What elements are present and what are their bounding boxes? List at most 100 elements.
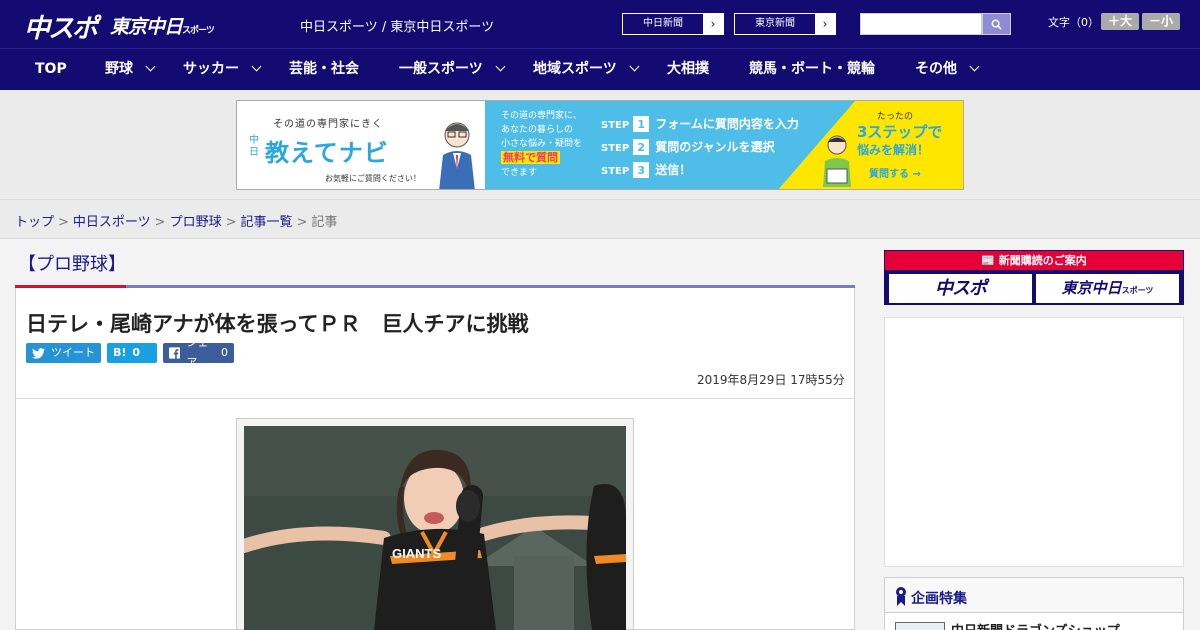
banner-brand: 教えてナビ [265,139,389,167]
main-nav: TOP 野球 サッカー 芸能・社会 一般スポーツ 地域スポーツ 大相撲 競馬・ボ… [0,48,1200,90]
font-larger-button[interactable]: ＋大 [1101,13,1139,30]
banner-mid-text: その道の専門家に、 あなたの暮らしの 小さな悩み・疑問を 無料で質問 できます [501,109,582,180]
article-headline: 日テレ・尾崎アナが体を張ってＰＲ 巨人チアに挑戦 [26,312,529,336]
banner-left-panel: その道の専門家にきく 中日 教えてナビ お気軽にご質問ください！ [237,101,485,189]
font-smaller-button[interactable]: －小 [1142,13,1180,30]
hatena-icon: B! [113,346,127,359]
breadcrumb-chunichi-sports[interactable]: 中日スポーツ [73,215,151,230]
subscription-title: 新聞購読のご案内 [998,254,1087,267]
hatena-bookmark-button[interactable]: B! 0 [107,343,157,363]
subscribe-tokyo-label: 東京中日 [1061,279,1122,297]
tweet-label: ツイート [51,346,95,359]
chevron-down-icon [145,61,156,72]
nav-label: TOP [35,61,67,77]
nav-label: 一般スポーツ [399,61,483,77]
tokyo-shimbun-label: 東京新聞 [755,18,795,29]
jersey-text: GIANTS [392,546,441,561]
nav-label: その他 [915,61,957,77]
chevron-down-icon [969,61,980,72]
step-number: 1 [633,116,650,132]
feature-title: 企画特集 [911,591,967,607]
breadcrumb-pro-baseball[interactable]: プロ野球 [170,215,222,230]
nav-label: 地域スポーツ [533,61,617,77]
feature-box: 企画特集 中日新聞ドラゴンズショップ [884,577,1184,630]
newspaper-icon: 📰 [981,254,995,267]
step-number: 2 [633,139,650,155]
nav-item-top[interactable]: TOP [35,49,67,91]
article-category[interactable]: 【プロ野球】 [18,250,126,276]
facebook-share-button[interactable]: シェア 0 [163,336,234,369]
nav-item-regional-sports[interactable]: 地域スポーツ [533,49,640,91]
nav-item-sumo[interactable]: 大相撲 [667,49,709,91]
oshiete-navi-banner[interactable]: その道の専門家にきく 中日 教えてナビ お気軽にご質問ください！ その道の専門家… [236,100,964,190]
category-underline-accent [15,285,126,288]
twitter-icon [32,347,45,359]
banner-step-2: STEP 2 質問のジャンルを選択 [601,138,775,155]
category-underline [15,285,855,288]
subscribe-chuspo-button[interactable]: 中スポ [889,274,1032,303]
banner-question-cta[interactable]: 質問する → [869,165,921,180]
article-photo[interactable]: GIANTS [244,426,626,630]
step-number: 3 [633,162,650,178]
banner-mid-line: その道の専門家に、 [501,111,582,121]
breadcrumb-separator: > [225,215,237,230]
hatena-count: 0 [132,346,141,359]
step-text: フォームに質問内容を入力 [655,117,799,131]
breadcrumb-separator: > [154,215,166,230]
banner-mid-line: あなたの暮らしの [501,125,574,135]
chevron-right-icon: › [815,14,835,34]
banner-mid-line: 小さな悩み・疑問を [501,139,583,149]
article-date: 2019年8月29日 17時55分 [697,373,845,387]
user-illustration-icon [823,135,851,187]
banner-step-3: STEP 3 送信！ [601,161,691,178]
nav-label: サッカー [183,61,239,77]
breadcrumb-separator: > [296,215,308,230]
chevron-down-icon [251,61,262,72]
site-title[interactable]: 中日スポーツ / 東京中日スポーツ [300,16,494,35]
nav-label: 野球 [105,61,133,77]
breadcrumb-article-list[interactable]: 記事一覧 [241,215,293,230]
tweet-button[interactable]: ツイート [26,343,101,363]
search-input[interactable] [860,13,982,35]
search-button[interactable] [982,13,1011,35]
search-icon [991,19,1002,30]
tokyo-logo-text: 東京中日 [110,16,183,38]
banner-free-question: 無料で質問 [501,151,560,164]
nav-label: 大相撲 [667,61,709,77]
banner-note: お気軽にご質問ください！ [325,174,421,183]
chuspo-logo[interactable]: 中スポ [24,8,98,44]
banner-mid-line: できます [501,168,538,178]
tokyo-chunichi-logo[interactable]: 東京中日スポーツ [110,12,215,44]
feature-thumbnail[interactable] [895,622,945,630]
nav-label: 芸能・社会 [289,61,359,77]
nav-item-soccer[interactable]: サッカー [183,49,262,91]
subscribe-tokyo-sub: スポーツ [1121,286,1154,295]
nav-item-general-sports[interactable]: 一般スポーツ [399,49,506,91]
step-text: 質問のジャンルを選択 [655,140,775,154]
breadcrumb-top[interactable]: トップ [15,215,54,230]
facebook-share-count: 0 [221,346,228,359]
banner-right-big: 3ステップで [857,123,943,141]
sidebar-ad-slot[interactable] [884,317,1184,567]
nav-item-other[interactable]: その他 [915,49,980,91]
subscribe-tokyo-chunichi-button[interactable]: 東京中日スポーツ [1036,274,1179,303]
chevron-right-icon: › [703,14,723,34]
nav-item-racing[interactable]: 競馬・ボート・競輪 [749,49,875,91]
feature-header: 企画特集 [885,578,1183,613]
step-label: STEP [601,120,630,131]
step-text: 送信！ [655,163,692,177]
breadcrumb-current: 記事 [311,215,338,230]
nav-item-baseball[interactable]: 野球 [105,49,156,91]
nav-item-entertainment[interactable]: 芸能・社会 [289,49,359,91]
tokyo-shimbun-link[interactable]: 東京新聞 › [734,13,836,35]
step-label: STEP [601,143,630,154]
chunichi-shimbun-label: 中日新聞 [643,18,683,29]
chunichi-shimbun-link[interactable]: 中日新聞 › [622,13,724,35]
chevron-down-icon [495,61,506,72]
expert-illustration-icon [439,122,475,189]
banner-brand-small: 中日 [249,135,259,158]
cheerleader-photo-icon: GIANTS [244,426,626,630]
step-label: STEP [601,166,630,177]
ribbon-icon [896,587,906,606]
feature-item-dragons-shop[interactable]: 中日新聞ドラゴンズショップ [951,620,1120,630]
